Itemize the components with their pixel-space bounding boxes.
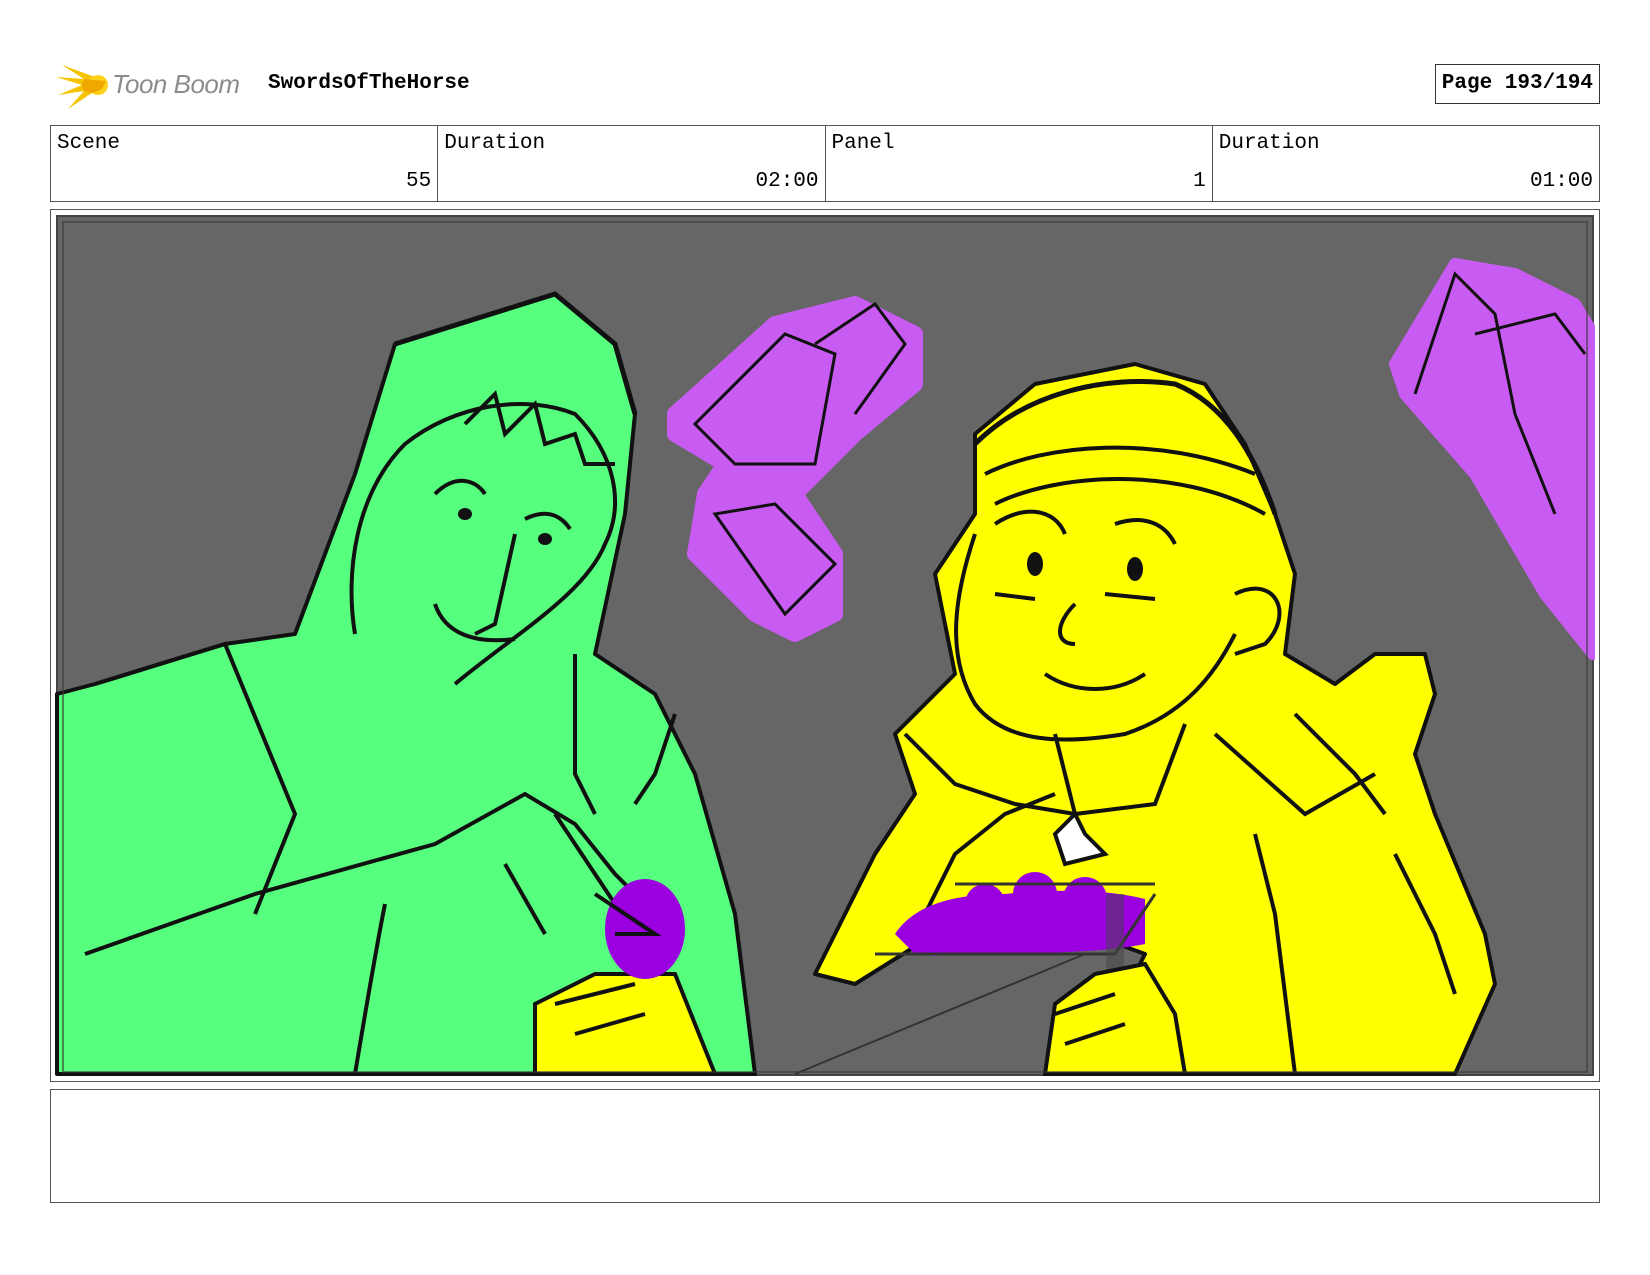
scene-label: Scene [57,132,121,155]
panel-duration-label: Duration [1218,132,1320,155]
panel-duration-cell: Duration 01:00 [1213,126,1599,201]
panel-label: Panel [831,132,895,155]
toon-boom-logo: Toon Boom [54,55,254,115]
panel-duration-value: 01:00 [1529,170,1593,193]
scene-duration-label: Duration [444,132,546,155]
scene-cell: Scene 55 [51,126,439,201]
starburst-logo-icon [56,65,108,109]
page-number: Page 193/194 [1434,64,1600,104]
scene-value: 55 [406,170,432,193]
scene-duration-value: 02:00 [755,170,819,193]
panel-cell: Panel 1 [826,126,1213,201]
storyboard-panel [50,209,1600,1082]
scene-info-table: Scene 55 Duration 02:00 Panel 1 Duration… [50,125,1600,202]
scene-duration-cell: Duration 02:00 [438,126,826,201]
panel-notes-box [50,1089,1600,1203]
panel-drawing [55,215,1595,1076]
logo-wordmark: Toon Boom [112,69,240,99]
page-header: Toon Boom SwordsOfTheHorse Page 193/194 [50,55,1600,115]
panel-value: 1 [1193,170,1206,193]
project-title: SwordsOfTheHorse [268,72,470,95]
